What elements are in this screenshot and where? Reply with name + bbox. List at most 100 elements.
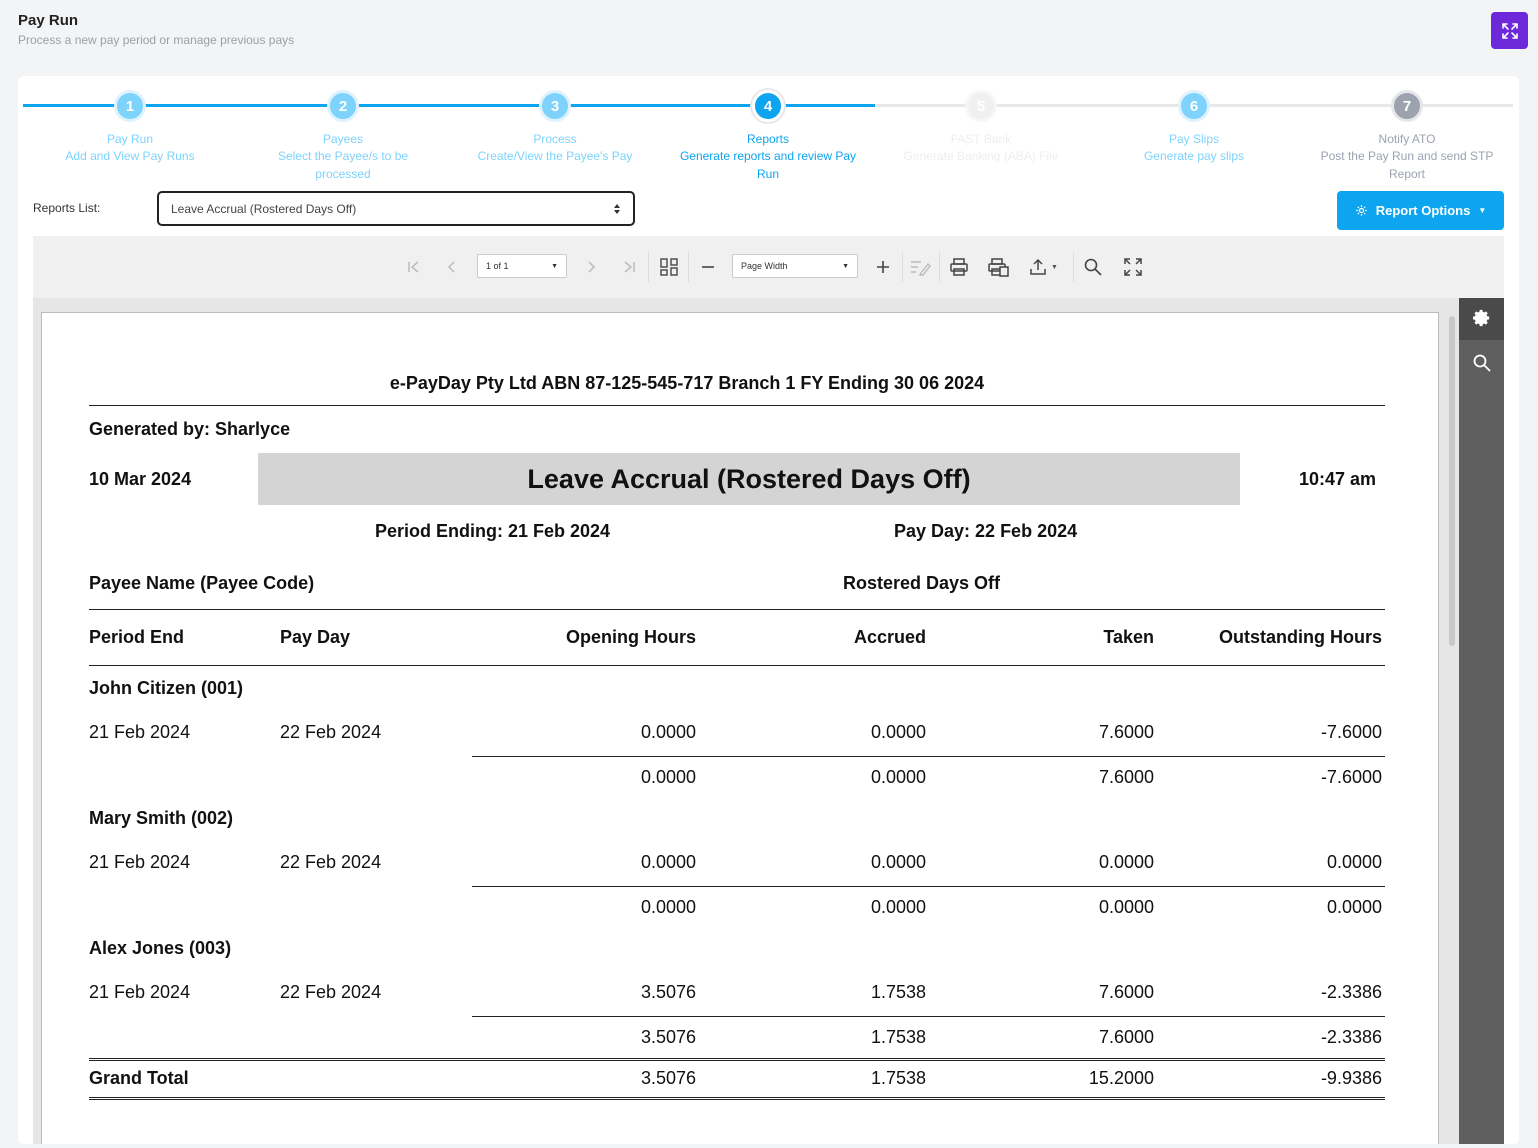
print-button[interactable]: [946, 254, 972, 280]
subtotal-taken: 0.0000: [1098, 897, 1154, 917]
toolbar-divider: [688, 252, 689, 282]
column-header-top-rule: [89, 609, 1385, 610]
step-title: Process: [533, 132, 577, 146]
grand-total-outstanding-hours: -9.9386: [1320, 1068, 1382, 1088]
step-title: Pay Slips: [1168, 132, 1220, 146]
last-page-button[interactable]: [618, 254, 640, 280]
step-description: Add and View Pay Runs: [65, 149, 195, 163]
step-description: Select the Payee/s to be processed: [277, 149, 409, 181]
header-rule: [89, 405, 1385, 406]
printer-icon: [950, 258, 968, 276]
row-outstanding-hours: 0.0000: [1326, 852, 1382, 872]
caret-down-icon: ▼: [551, 262, 558, 270]
updown-caret-icon: [614, 203, 620, 214]
edit-form-icon: [911, 261, 931, 276]
row-period-end: 21 Feb 2024: [89, 852, 191, 872]
caret-down-icon: ▼: [1478, 206, 1487, 215]
step-payees[interactable]: 2 Payees Select the Payee/s to be proces…: [243, 90, 443, 183]
column-header-pay-day: Pay Day: [280, 627, 351, 647]
multi-page-view-button[interactable]: [656, 254, 682, 280]
viewer-toolbar: 1 of 1 ▼ Page Width ▼ ▼: [33, 236, 1504, 298]
report-options-button[interactable]: Report Options ▼: [1337, 191, 1504, 230]
subtotal-outstanding-hours: -7.6000: [1320, 767, 1382, 787]
step-reports[interactable]: 4 Reports Generate reports and review Pa…: [668, 90, 868, 183]
column-header-opening-hours: Opening Hours: [566, 627, 696, 647]
first-page-button[interactable]: [403, 254, 425, 280]
row-period-end: 21 Feb 2024: [89, 982, 191, 1002]
row-opening-hours: 0.0000: [640, 722, 696, 742]
row-accrued: 0.0000: [870, 722, 926, 742]
reports-list-selected-value: Leave Accrual (Rostered Days Off): [171, 201, 357, 216]
step-description: Generate Banking (ABA) File: [903, 149, 1059, 163]
minus-icon: [702, 266, 714, 268]
previous-page-button[interactable]: [441, 254, 463, 280]
column-header-outstanding-hours: Outstanding Hours: [1219, 627, 1382, 647]
toolbar-divider: [648, 252, 649, 282]
step-title: Pay Run: [106, 132, 154, 146]
fullscreen-toggle-button[interactable]: [1491, 12, 1528, 49]
column-header-period-end: Period End: [89, 627, 185, 647]
step-number-badge: 6: [1178, 90, 1210, 122]
step-process[interactable]: 3 Process Create/View the Payee's Pay: [455, 90, 655, 165]
step-number-badge: 3: [539, 90, 571, 122]
payee-name: Alex Jones (003): [89, 938, 232, 958]
step-pay-run[interactable]: 1 Pay Run Add and View Pay Runs: [30, 90, 230, 165]
document-scrollbar[interactable]: [1447, 316, 1457, 1142]
scrollbar-thumb[interactable]: [1449, 316, 1455, 646]
row-taken: 0.0000: [1098, 852, 1154, 872]
zoom-select[interactable]: Page Width ▼: [732, 254, 858, 278]
row-pay-day: 22 Feb 2024: [280, 982, 382, 1002]
step-description: Generate pay slips: [1143, 149, 1245, 163]
row-period-end: 21 Feb 2024: [89, 722, 191, 742]
row-outstanding-hours: -2.3386: [1320, 982, 1382, 1002]
gear-icon: [1472, 309, 1489, 327]
print-page-button[interactable]: [985, 254, 1011, 280]
toolbar-divider: [902, 252, 903, 282]
search-button[interactable]: [1080, 254, 1106, 280]
document-area[interactable]: e-PayDay Pty Ltd ABN 87-125-545-717 Bran…: [33, 298, 1459, 1144]
grand-total-top-rule: [89, 1058, 1385, 1062]
step-description: Create/View the Payee's Pay: [477, 149, 633, 163]
step-title: Payees: [322, 132, 364, 146]
row-pay-day: 22 Feb 2024: [280, 722, 382, 742]
toolbar-divider: [939, 252, 940, 282]
plus-icon: [877, 261, 889, 273]
report-generated-by: Generated by: Sharlyce: [89, 419, 291, 439]
step-title: FAST Bank: [950, 132, 1012, 146]
row-accrued: 1.7538: [870, 982, 926, 1002]
chevron-left-icon: [447, 261, 455, 273]
next-page-button[interactable]: [580, 254, 602, 280]
expand-arrows-icon: [1501, 22, 1518, 39]
step-fast-bank: 5 FAST Bank Generate Banking (ABA) File: [881, 90, 1081, 165]
step-number-badge: 1: [114, 90, 146, 122]
search-panel-button[interactable]: [1459, 342, 1504, 384]
row-opening-hours: 3.5076: [640, 982, 696, 1002]
page-header: Pay Run Process a new pay period or mana…: [18, 12, 294, 47]
parameters-panel-button[interactable]: [1459, 298, 1504, 340]
page-title: Pay Run: [18, 12, 79, 29]
step-number-badge: 5: [965, 90, 997, 122]
step-number-badge: 4: [752, 90, 784, 122]
row-taken: 7.6000: [1098, 982, 1154, 1002]
page-select[interactable]: 1 of 1 ▼: [477, 254, 567, 278]
export-button[interactable]: ▼: [1023, 254, 1063, 280]
zoom-out-button[interactable]: [696, 254, 720, 280]
report-options-label: Report Options: [1375, 203, 1471, 218]
subtotal-rule: [472, 756, 1385, 757]
subtotal-opening-hours: 0.0000: [640, 897, 696, 917]
row-outstanding-hours: -7.6000: [1320, 722, 1382, 742]
grand-total-opening-hours: 3.5076: [640, 1068, 696, 1088]
last-page-icon: [624, 261, 635, 273]
reports-list-label: Reports List:: [33, 201, 101, 215]
edit-parameters-button[interactable]: [906, 254, 934, 280]
reports-list-select[interactable]: Leave Accrual (Rostered Days Off): [157, 191, 635, 226]
step-notify-ato[interactable]: 7 Notify ATO Post the Pay Run and send S…: [1307, 90, 1507, 183]
step-title: Reports: [746, 132, 790, 146]
fullscreen-button[interactable]: [1120, 254, 1146, 280]
step-pay-slips[interactable]: 6 Pay Slips Generate pay slips: [1094, 90, 1294, 165]
report-date: 10 Mar 2024: [89, 469, 192, 489]
report-time: 10:47 am: [1299, 469, 1377, 489]
zoom-in-button[interactable]: [871, 254, 895, 280]
payee-name-header: Payee Name (Payee Code): [89, 573, 315, 593]
report-viewer: 1 of 1 ▼ Page Width ▼ ▼ e-PayDay Pty Ltd…: [33, 236, 1504, 1144]
